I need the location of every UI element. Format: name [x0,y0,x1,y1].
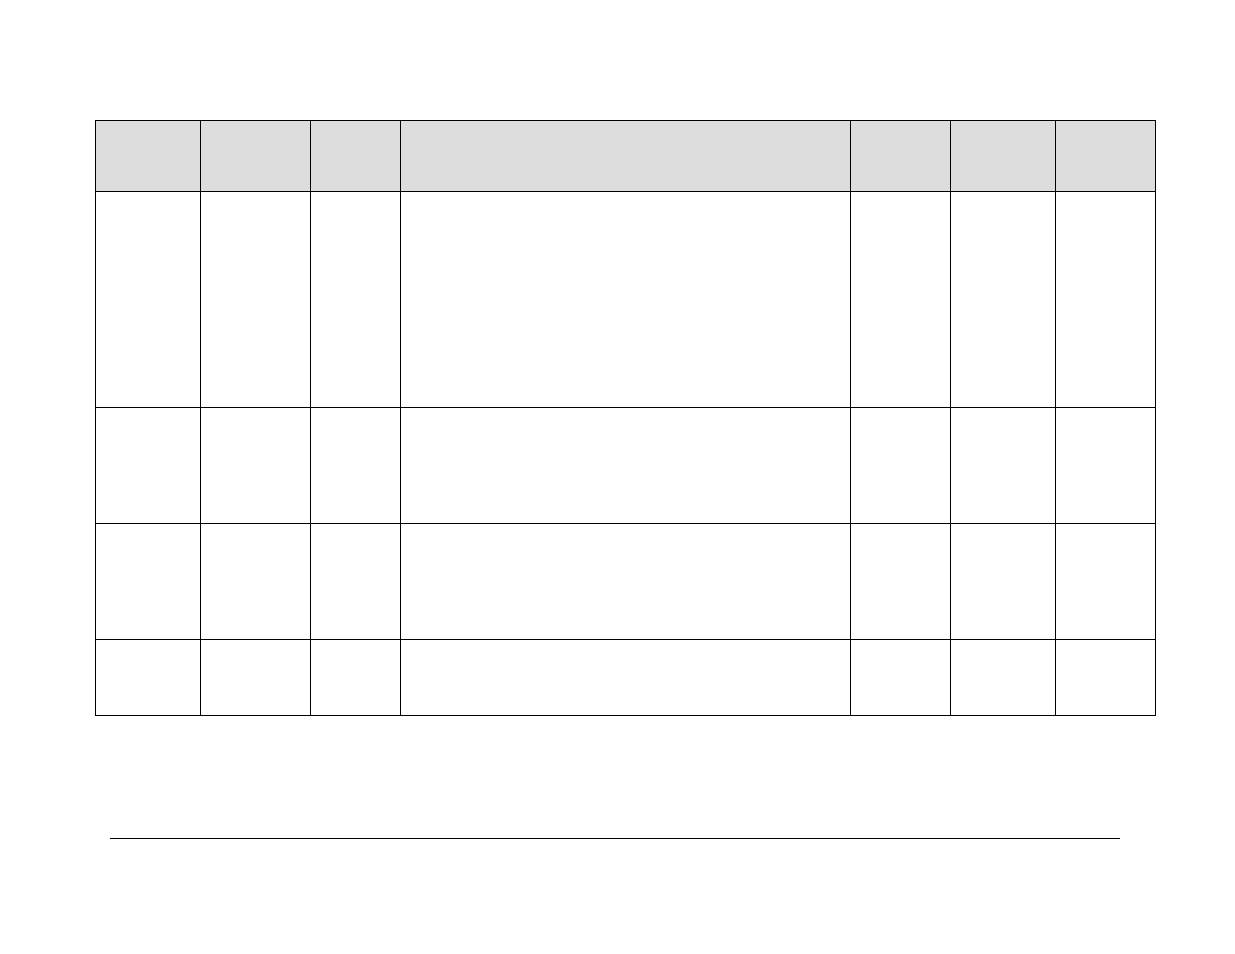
cell-text [951,192,1055,407]
cell-text [201,640,310,715]
cell-text [96,192,200,407]
cell-text [951,524,1055,639]
cell-text [311,640,400,715]
table-cell [201,408,311,524]
table-header-cell [951,121,1056,192]
cell-text [311,408,400,523]
cell-text [311,524,400,639]
header-text [311,121,400,191]
cell-text [851,640,950,715]
table-cell [311,640,401,716]
table-cell [851,192,951,408]
table-header-row [96,121,1156,192]
header-text [1056,121,1155,191]
cell-text [201,408,310,523]
table-cell [1056,640,1156,716]
cell-text [401,408,850,523]
header-text [951,121,1055,191]
table-cell [201,640,311,716]
cell-text [1056,524,1155,639]
cell-text [201,192,310,407]
table-header-cell [201,121,311,192]
table-header-cell [96,121,201,192]
table-cell [401,640,851,716]
table-row [96,524,1156,640]
header-text [851,121,950,191]
cell-text [1056,408,1155,523]
table-cell [951,640,1056,716]
table-row [96,640,1156,716]
table-cell [951,524,1056,640]
table-cell [1056,192,1156,408]
table-cell [96,640,201,716]
cell-text [401,524,850,639]
table-cell [951,192,1056,408]
table-cell [201,524,311,640]
header-text [401,121,850,191]
table-cell [401,192,851,408]
table-cell [311,408,401,524]
table-cell [311,524,401,640]
cell-text [96,640,200,715]
table-cell [96,524,201,640]
cell-text [851,192,950,407]
table-cell [311,192,401,408]
cell-text [201,524,310,639]
table-cell [1056,524,1156,640]
table-cell [96,192,201,408]
table-cell [951,408,1056,524]
footer-rule [110,838,1120,839]
cell-text [96,524,200,639]
table-cell [851,408,951,524]
cell-text [401,640,850,715]
table-cell [851,524,951,640]
table-header-cell [311,121,401,192]
table-cell [201,192,311,408]
table-cell [96,408,201,524]
header-text [96,121,200,191]
cell-text [96,408,200,523]
header-text [201,121,310,191]
cell-text [1056,192,1155,407]
data-table [95,120,1156,716]
cell-text [851,524,950,639]
table-cell [401,408,851,524]
table-cell [851,640,951,716]
table-header-cell [851,121,951,192]
table-row [96,408,1156,524]
cell-text [851,408,950,523]
table-row [96,192,1156,408]
table-header-cell [401,121,851,192]
cell-text [311,192,400,407]
cell-text [951,640,1055,715]
cell-text [401,192,850,407]
cell-text [951,408,1055,523]
table-cell [1056,408,1156,524]
table-cell [401,524,851,640]
page-content [95,120,1155,716]
cell-text [1056,640,1155,715]
table-header-cell [1056,121,1156,192]
